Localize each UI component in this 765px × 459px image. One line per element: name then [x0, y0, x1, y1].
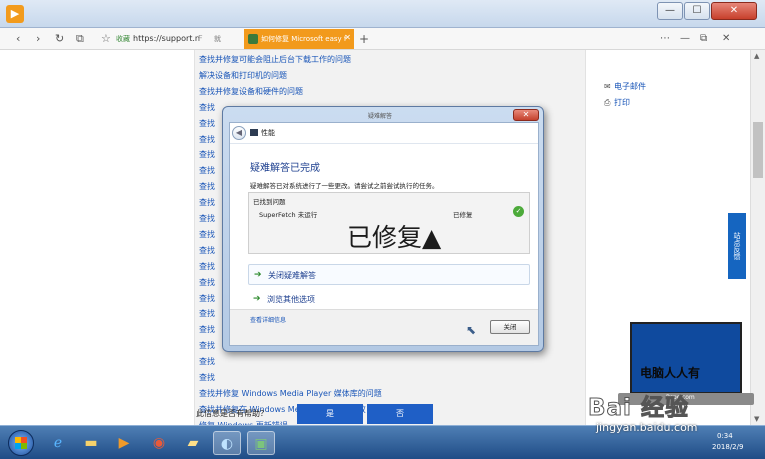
browser-close-button[interactable]: ✕: [722, 33, 730, 44]
window-title-bar: ▶ — ☐ ✕: [0, 0, 765, 28]
laptop-image: 电脑人人有: [630, 322, 742, 394]
dialog-title: 疑难解答: [368, 113, 393, 120]
copy-icon[interactable]: ⧉: [76, 32, 84, 46]
watermark-logo: Bai 经验: [588, 395, 689, 422]
address-bar[interactable]: https://support.n: [133, 34, 200, 43]
chrome-icon[interactable]: ◉: [145, 431, 173, 455]
check-icon: ✓: [513, 206, 524, 217]
email-icon: ✉: [604, 82, 611, 91]
help-question: 此信息是否有帮助？: [196, 409, 268, 418]
window-close-button[interactable]: ✕: [711, 2, 757, 20]
link-item[interactable]: 查找: [199, 324, 215, 335]
link-item[interactable]: 查找: [199, 293, 215, 304]
forward-icon[interactable]: ›: [36, 32, 40, 46]
dialog-content: ◀ 性能 疑难解答已完成 疑难解答已对系统进行了一些更改。请尝试之前尝试执行的任…: [229, 122, 539, 346]
scrollbar-thumb[interactable]: [753, 122, 763, 178]
breadcrumb: 性能: [261, 129, 275, 137]
link-item[interactable]: 查找: [199, 308, 215, 319]
browser-restore-button[interactable]: ⧉: [700, 33, 707, 44]
link-item[interactable]: 查找并修复 Windows Media Player 媒体库的问题: [199, 388, 382, 399]
link-item[interactable]: 查找: [199, 356, 215, 367]
no-button[interactable]: 否: [367, 404, 433, 424]
windows-logo-icon: [15, 437, 27, 449]
performance-icon: [250, 129, 258, 136]
fixed-annotation: 已修复▲: [347, 223, 442, 252]
link-item[interactable]: 解决设备和打印机的问题: [199, 70, 287, 81]
site-feedback-tab[interactable]: 站点反馈: [728, 213, 746, 279]
back-arrow-icon[interactable]: ◀: [232, 126, 246, 140]
problems-header: 已找到问题: [253, 198, 286, 206]
print-link[interactable]: ⎙ 打印: [604, 97, 630, 108]
green-arrow-icon: ➔: [254, 270, 262, 280]
scroll-up-icon[interactable]: ▲: [754, 52, 759, 60]
new-tab-button[interactable]: +: [359, 32, 369, 46]
laptop-caption: 电脑人人有: [640, 366, 701, 380]
tab-favicon-icon: [248, 34, 258, 44]
menu-icon[interactable]: ⋯: [660, 33, 670, 44]
link-item[interactable]: 查找并修复设备和硬件的问题: [199, 86, 303, 97]
window-minimize-button[interactable]: —: [657, 2, 683, 20]
explore-options-option[interactable]: ➔ 浏览其他选项: [248, 289, 530, 309]
link-item[interactable]: 查找: [199, 118, 215, 129]
back-icon[interactable]: ‹: [16, 32, 20, 46]
refresh-icon[interactable]: ↻: [55, 32, 64, 46]
troubleshooter-dialog: 疑难解答 ✕ ◀ 性能 疑难解答已完成 疑难解答已对系统进行了一些更改。请尝试之…: [222, 106, 544, 352]
green-arrow-icon: ➔: [253, 294, 261, 304]
problem-status: 已修复: [453, 211, 473, 219]
link-item[interactable]: 查找: [199, 277, 215, 288]
clock-date[interactable]: 2018/2/9: [712, 443, 743, 451]
app-icon: ▶: [6, 5, 24, 23]
explore-options-label: 浏览其他选项: [267, 295, 315, 304]
media-player-icon[interactable]: ▶: [110, 431, 138, 455]
close-troubleshooter-option[interactable]: ➔ 关闭疑难解答: [248, 264, 530, 285]
link-item[interactable]: 查找: [199, 261, 215, 272]
scroll-down-icon[interactable]: ▼: [754, 415, 759, 423]
dialog-close-action-button[interactable]: 关闭: [490, 320, 530, 334]
printer-icon: ⎙: [604, 98, 611, 107]
ie-icon[interactable]: ℯ: [44, 431, 72, 455]
yes-button[interactable]: 是: [297, 404, 363, 424]
problems-found-panel: 已找到问题 SuperFetch 未运行 已修复 ✓ 已修复▲: [248, 192, 530, 254]
clock-time[interactable]: 0:34: [717, 432, 733, 440]
dialog-body: 疑难解答已完成 疑难解答已对系统进行了一些更改。请尝试之前尝试执行的任务。 已找…: [230, 143, 538, 309]
tab-divider[interactable]: F: [198, 34, 203, 43]
dialog-close-button[interactable]: ✕: [513, 109, 539, 121]
browser-app-icon[interactable]: ◐: [213, 431, 241, 455]
dialog-footer: 查看详细信息 ⬉ 关闭: [230, 309, 538, 345]
page-scrollbar[interactable]: ▲ ▼: [750, 50, 765, 425]
dialog-description: 疑难解答已对系统进行了一些更改。请尝试之前尝试执行的任务。: [250, 182, 439, 190]
link-item[interactable]: 查找: [199, 102, 215, 113]
start-button[interactable]: [8, 430, 34, 456]
link-item[interactable]: 查找: [199, 197, 215, 208]
active-tab-title: 如何修复 Microsoft easy f: [261, 35, 347, 43]
tab-secondary[interactable]: 就: [214, 34, 221, 44]
view-details-link[interactable]: 查看详细信息: [250, 315, 286, 324]
link-item[interactable]: 查找: [199, 372, 215, 383]
folder-icon[interactable]: ▬: [77, 431, 105, 455]
link-item[interactable]: 查找: [199, 149, 215, 160]
active-tab[interactable]: 如何修复 Microsoft easy f ✕: [244, 29, 354, 49]
link-item[interactable]: 查找: [199, 213, 215, 224]
terminal-icon[interactable]: ▣: [247, 431, 275, 455]
star-icon[interactable]: ☆: [101, 32, 111, 45]
link-item[interactable]: 查找: [199, 134, 215, 145]
link-item[interactable]: 查找: [199, 165, 215, 176]
email-link[interactable]: ✉ 电子邮件: [604, 81, 646, 92]
link-item[interactable]: 查找并修复可能会阻止后台下载工作的问题: [199, 54, 351, 65]
window-maximize-button[interactable]: ☐: [684, 2, 710, 20]
dialog-heading: 疑难解答已完成: [250, 163, 320, 174]
files-icon[interactable]: ▰: [179, 431, 207, 455]
browser-minimize-button[interactable]: —: [680, 33, 690, 44]
mouse-cursor-icon: ⬉: [466, 323, 477, 337]
link-item[interactable]: 查找: [199, 340, 215, 351]
problem-name: SuperFetch 未运行: [259, 211, 318, 219]
watermark-url: jingyan.baidu.com: [596, 421, 698, 434]
close-troubleshooter-label: 关闭疑难解答: [268, 271, 316, 280]
link-item[interactable]: 查找: [199, 229, 215, 240]
link-item[interactable]: 查找: [199, 181, 215, 192]
tab-close-icon[interactable]: ✕: [344, 33, 351, 42]
browser-toolbar: ‹ › ↻ ⧉ ☆ 收藏 https://support.n F 就: [0, 28, 765, 50]
favorites-label[interactable]: 收藏: [116, 34, 130, 44]
link-item[interactable]: 查找: [199, 245, 215, 256]
